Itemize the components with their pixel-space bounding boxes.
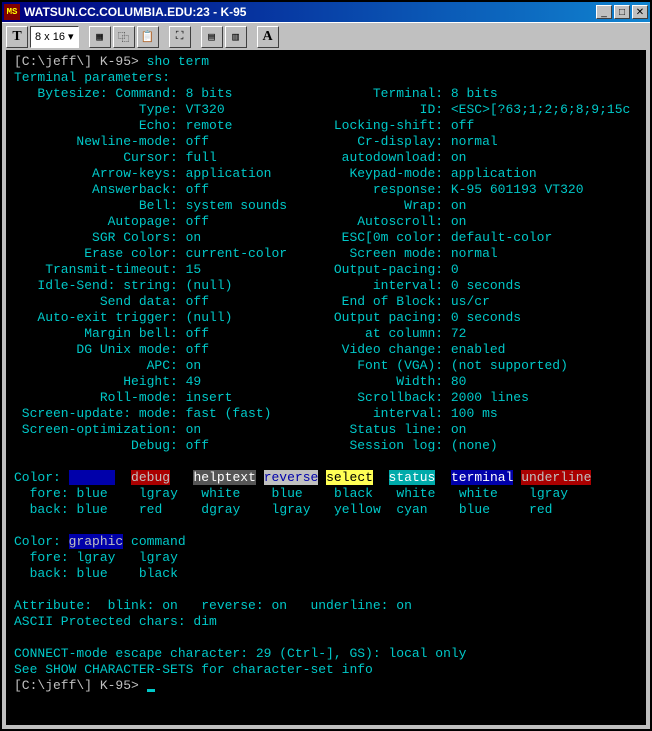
font-size-selector[interactable]: 8 x 16 ▾ xyxy=(30,26,79,48)
font-a-button[interactable]: A xyxy=(257,26,279,48)
param-row: Echo: remote Locking-shift: off xyxy=(14,118,638,134)
param-row: Transmit-timeout: 15 Output-pacing: 0 xyxy=(14,262,638,278)
params-block: Bytesize: Command: 8 bits Terminal: 8 bi… xyxy=(14,86,638,454)
param-row: Arrow-keys: application Keypad-mode: app… xyxy=(14,166,638,182)
titlebar: MS WATSUN.CC.COLUMBIA.EDU:23 - K-95 _ □ … xyxy=(2,2,650,22)
param-row: Send data: off End of Block: us/cr xyxy=(14,294,638,310)
param-row: DG Unix mode: off Video change: enabled xyxy=(14,342,638,358)
app-icon: MS xyxy=(4,4,20,20)
param-row: APC: on Font (VGA): (not supported) xyxy=(14,358,638,374)
output-header: Terminal parameters: xyxy=(14,70,638,86)
font-button[interactable]: T xyxy=(6,26,28,48)
props2-icon[interactable]: ▥ xyxy=(225,26,247,48)
param-row: Idle-Send: string: (null) interval: 0 se… xyxy=(14,278,638,294)
close-button[interactable]: ✕ xyxy=(632,5,648,19)
param-row: Auto-exit trigger: (null) Output pacing:… xyxy=(14,310,638,326)
connect-line: CONNECT-mode escape character: 29 (Ctrl-… xyxy=(14,646,638,662)
toolbar: T 8 x 16 ▾ ▦ ⿻ 📋 ⛶ ▤ ▥ A xyxy=(2,22,650,50)
param-row: Screen-update: mode: fast (fast) interva… xyxy=(14,406,638,422)
see-line: See SHOW CHARACTER-SETS for character-se… xyxy=(14,662,638,678)
param-row: Erase color: current-color Screen mode: … xyxy=(14,246,638,262)
param-row: Height: 49 Width: 80 xyxy=(14,374,638,390)
app-window: MS WATSUN.CC.COLUMBIA.EDU:23 - K-95 _ □ … xyxy=(0,0,652,731)
terminal-area[interactable]: [C:\jeff\] K-95> sho term Terminal param… xyxy=(6,50,646,725)
window-controls: _ □ ✕ xyxy=(596,5,648,19)
param-row: Screen-optimization: on Status line: on xyxy=(14,422,638,438)
param-row: Autopage: off Autoscroll: on xyxy=(14,214,638,230)
paste-icon[interactable]: 📋 xyxy=(137,26,159,48)
maximize-button[interactable]: □ xyxy=(614,5,630,19)
prompt: [C:\jeff\] K-95> xyxy=(14,54,139,69)
param-row: Type: VT320 ID: <ESC>[?63;1;2;6;8;9;15c xyxy=(14,102,638,118)
fore-row-2: fore: lgray lgray xyxy=(14,550,638,566)
param-row: Bell: system sounds Wrap: on xyxy=(14,198,638,214)
param-row: Bytesize: Command: 8 bits Terminal: 8 bi… xyxy=(14,86,638,102)
color-row-1: Color: border debug helptext reverse sel… xyxy=(14,470,638,486)
select-icon[interactable]: ▦ xyxy=(89,26,111,48)
color-row-2: Color: graphic command xyxy=(14,534,638,550)
param-row: SGR Colors: on ESC[0m color: default-col… xyxy=(14,230,638,246)
minimize-button[interactable]: _ xyxy=(596,5,612,19)
ascii-line: ASCII Protected chars: dim xyxy=(14,614,638,630)
fore-row-1: fore: blue lgray white blue black white … xyxy=(14,486,638,502)
back-row-1: back: blue red dgray lgray yellow cyan b… xyxy=(14,502,638,518)
param-row: Newline-mode: off Cr-display: normal xyxy=(14,134,638,150)
cursor xyxy=(147,689,155,692)
prompt-2: [C:\jeff\] K-95> xyxy=(14,678,139,693)
copy-icon[interactable]: ⿻ xyxy=(113,26,135,48)
attr-line: Attribute: blink: on reverse: on underli… xyxy=(14,598,638,614)
back-row-2: back: blue black xyxy=(14,566,638,582)
resize-icon[interactable]: ⛶ xyxy=(169,26,191,48)
window-title: WATSUN.CC.COLUMBIA.EDU:23 - K-95 xyxy=(24,5,596,19)
command-text: sho term xyxy=(147,54,209,69)
param-row: Margin bell: off at column: 72 xyxy=(14,326,638,342)
param-row: Answerback: off response: K-95 601193 VT… xyxy=(14,182,638,198)
param-row: Roll-mode: insert Scrollback: 2000 lines xyxy=(14,390,638,406)
param-row: Cursor: full autodownload: on xyxy=(14,150,638,166)
param-row: Debug: off Session log: (none) xyxy=(14,438,638,454)
props1-icon[interactable]: ▤ xyxy=(201,26,223,48)
